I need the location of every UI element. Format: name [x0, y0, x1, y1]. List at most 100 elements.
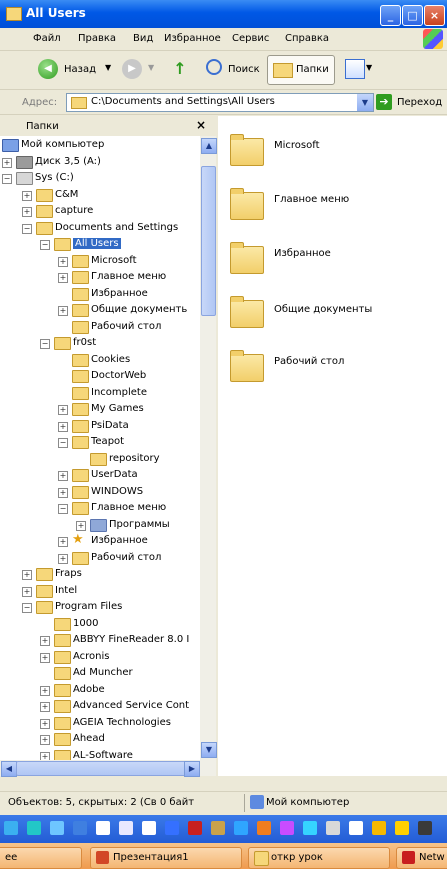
folder-icon[interactable] [230, 242, 264, 274]
folder-icon [6, 7, 22, 21]
collapse-icon[interactable]: − [40, 240, 50, 250]
close-button[interactable]: × [424, 5, 445, 26]
expand-icon[interactable]: + [58, 487, 68, 498]
scroll-up-icon[interactable]: ▲ [201, 138, 217, 154]
expand-icon[interactable]: + [40, 718, 50, 729]
expand-icon[interactable]: + [58, 553, 68, 564]
collapse-icon[interactable]: − [22, 603, 32, 613]
expand-icon[interactable]: + [58, 405, 68, 415]
forward-arrow-icon[interactable]: ▶ [122, 59, 142, 79]
expand-icon[interactable]: + [58, 471, 68, 481]
scroll-thumb[interactable] [201, 166, 216, 316]
taskbar-button[interactable]: Netw [396, 847, 447, 869]
go-arrow-icon[interactable]: ➔ [376, 94, 392, 110]
scroll-thumb[interactable] [16, 761, 188, 776]
expand-icon[interactable]: + [58, 537, 68, 547]
quick-launch-icon[interactable] [73, 821, 87, 835]
expand-icon[interactable]: + [58, 306, 68, 316]
quick-launch-icon[interactable] [211, 821, 225, 835]
back-dropdown-icon[interactable]: ▼ [105, 63, 111, 72]
views-dropdown-icon[interactable]: ▼ [366, 63, 372, 72]
menu-help[interactable]: Справка [285, 33, 329, 44]
expand-icon[interactable]: + [22, 586, 32, 597]
expand-icon[interactable]: + [40, 702, 50, 712]
quick-launch-icon[interactable] [142, 821, 156, 835]
maximize-button[interactable]: □ [402, 5, 423, 26]
menu-favorites[interactable]: Избранное [164, 33, 221, 44]
title-bar[interactable]: All Users _ □ × [0, 0, 447, 28]
expand-icon[interactable]: + [22, 570, 32, 580]
expand-icon[interactable]: + [76, 520, 86, 531]
menu-view[interactable]: Вид [133, 33, 153, 44]
tree-item-label: AL-Software [73, 749, 133, 761]
back-arrow-icon[interactable]: ◀ [38, 59, 58, 79]
go-button-label[interactable]: Переход [397, 97, 442, 108]
quick-launch-icon[interactable] [165, 821, 179, 835]
folders-button[interactable]: Папки [267, 55, 335, 85]
expand-icon[interactable]: + [40, 636, 50, 646]
menu-file[interactable]: Файл [33, 33, 61, 44]
up-folder-icon[interactable]: ↑ [170, 59, 190, 79]
tree-item-label: Adobe [73, 683, 105, 695]
expand-icon[interactable]: + [40, 685, 50, 696]
content-item-label[interactable]: Избранное [274, 248, 331, 259]
scroll-left-icon[interactable]: ◀ [1, 761, 17, 777]
taskbar-button[interactable]: откр урок [248, 847, 390, 869]
search-button-label[interactable]: Поиск [228, 64, 260, 75]
expand-icon[interactable]: + [22, 207, 32, 217]
quick-launch-icon[interactable] [326, 821, 340, 835]
quick-launch-icon[interactable] [372, 821, 386, 835]
content-item-label[interactable]: Рабочий стол [274, 356, 344, 367]
quick-launch-icon[interactable] [50, 821, 64, 835]
tree-horizontal-scrollbar[interactable]: ◀ ▶ [0, 760, 216, 777]
views-icon[interactable] [345, 59, 365, 79]
taskbar-button[interactable]: Презентация1 [90, 847, 242, 869]
close-icon[interactable]: × [196, 118, 206, 132]
quick-launch-icon[interactable] [395, 821, 409, 835]
content-item-label[interactable]: Общие документы [274, 304, 372, 315]
collapse-icon[interactable]: − [40, 339, 50, 349]
scroll-right-icon[interactable]: ▶ [184, 761, 200, 777]
back-button-label[interactable]: Назад [64, 64, 96, 75]
collapse-icon[interactable]: − [58, 504, 68, 514]
content-item-label[interactable]: Microsoft [274, 140, 320, 151]
content-item-label[interactable]: Главное меню [274, 194, 349, 205]
folder-icon[interactable] [230, 350, 264, 382]
collapse-icon[interactable]: − [22, 223, 32, 234]
quick-launch-icon[interactable] [280, 821, 294, 835]
address-label: Адрес: [22, 97, 58, 108]
quick-launch-icon[interactable] [27, 821, 41, 835]
menu-edit[interactable]: Правка [78, 33, 116, 44]
menu-tools[interactable]: Сервис [232, 33, 269, 44]
tree-vertical-scrollbar[interactable]: ▲ ▼ [200, 136, 217, 760]
expand-icon[interactable]: + [40, 751, 50, 760]
search-icon[interactable] [206, 59, 222, 75]
quick-launch-icon[interactable] [303, 821, 317, 835]
expand-icon[interactable]: + [58, 256, 68, 267]
quick-launch-icon[interactable] [349, 821, 363, 835]
collapse-icon[interactable]: − [2, 174, 12, 184]
quick-launch-icon[interactable] [4, 821, 18, 835]
address-input[interactable]: C:\Documents and Settings\All Users ▼ [66, 93, 374, 112]
quick-launch-icon[interactable] [257, 821, 271, 835]
expand-icon[interactable]: + [58, 421, 68, 432]
expand-icon[interactable]: + [22, 190, 32, 201]
taskbar-button[interactable]: ее [0, 847, 82, 869]
folder-icon[interactable] [230, 296, 264, 328]
expand-icon[interactable]: + [40, 735, 50, 745]
scroll-down-icon[interactable]: ▼ [201, 742, 217, 758]
expand-icon[interactable]: + [58, 273, 68, 283]
forward-dropdown-icon[interactable]: ▼ [148, 63, 154, 72]
quick-launch-icon[interactable] [418, 821, 432, 835]
folder-icon[interactable] [230, 134, 264, 166]
quick-launch-icon[interactable] [188, 821, 202, 835]
collapse-icon[interactable]: − [58, 438, 68, 448]
quick-launch-icon[interactable] [96, 821, 110, 835]
quick-launch-icon[interactable] [234, 821, 248, 835]
expand-icon[interactable]: + [2, 157, 12, 168]
minimize-button[interactable]: _ [380, 5, 401, 26]
address-dropdown-icon[interactable]: ▼ [357, 94, 373, 111]
folder-icon[interactable] [230, 188, 264, 220]
quick-launch-icon[interactable] [119, 821, 133, 835]
expand-icon[interactable]: + [40, 652, 50, 663]
